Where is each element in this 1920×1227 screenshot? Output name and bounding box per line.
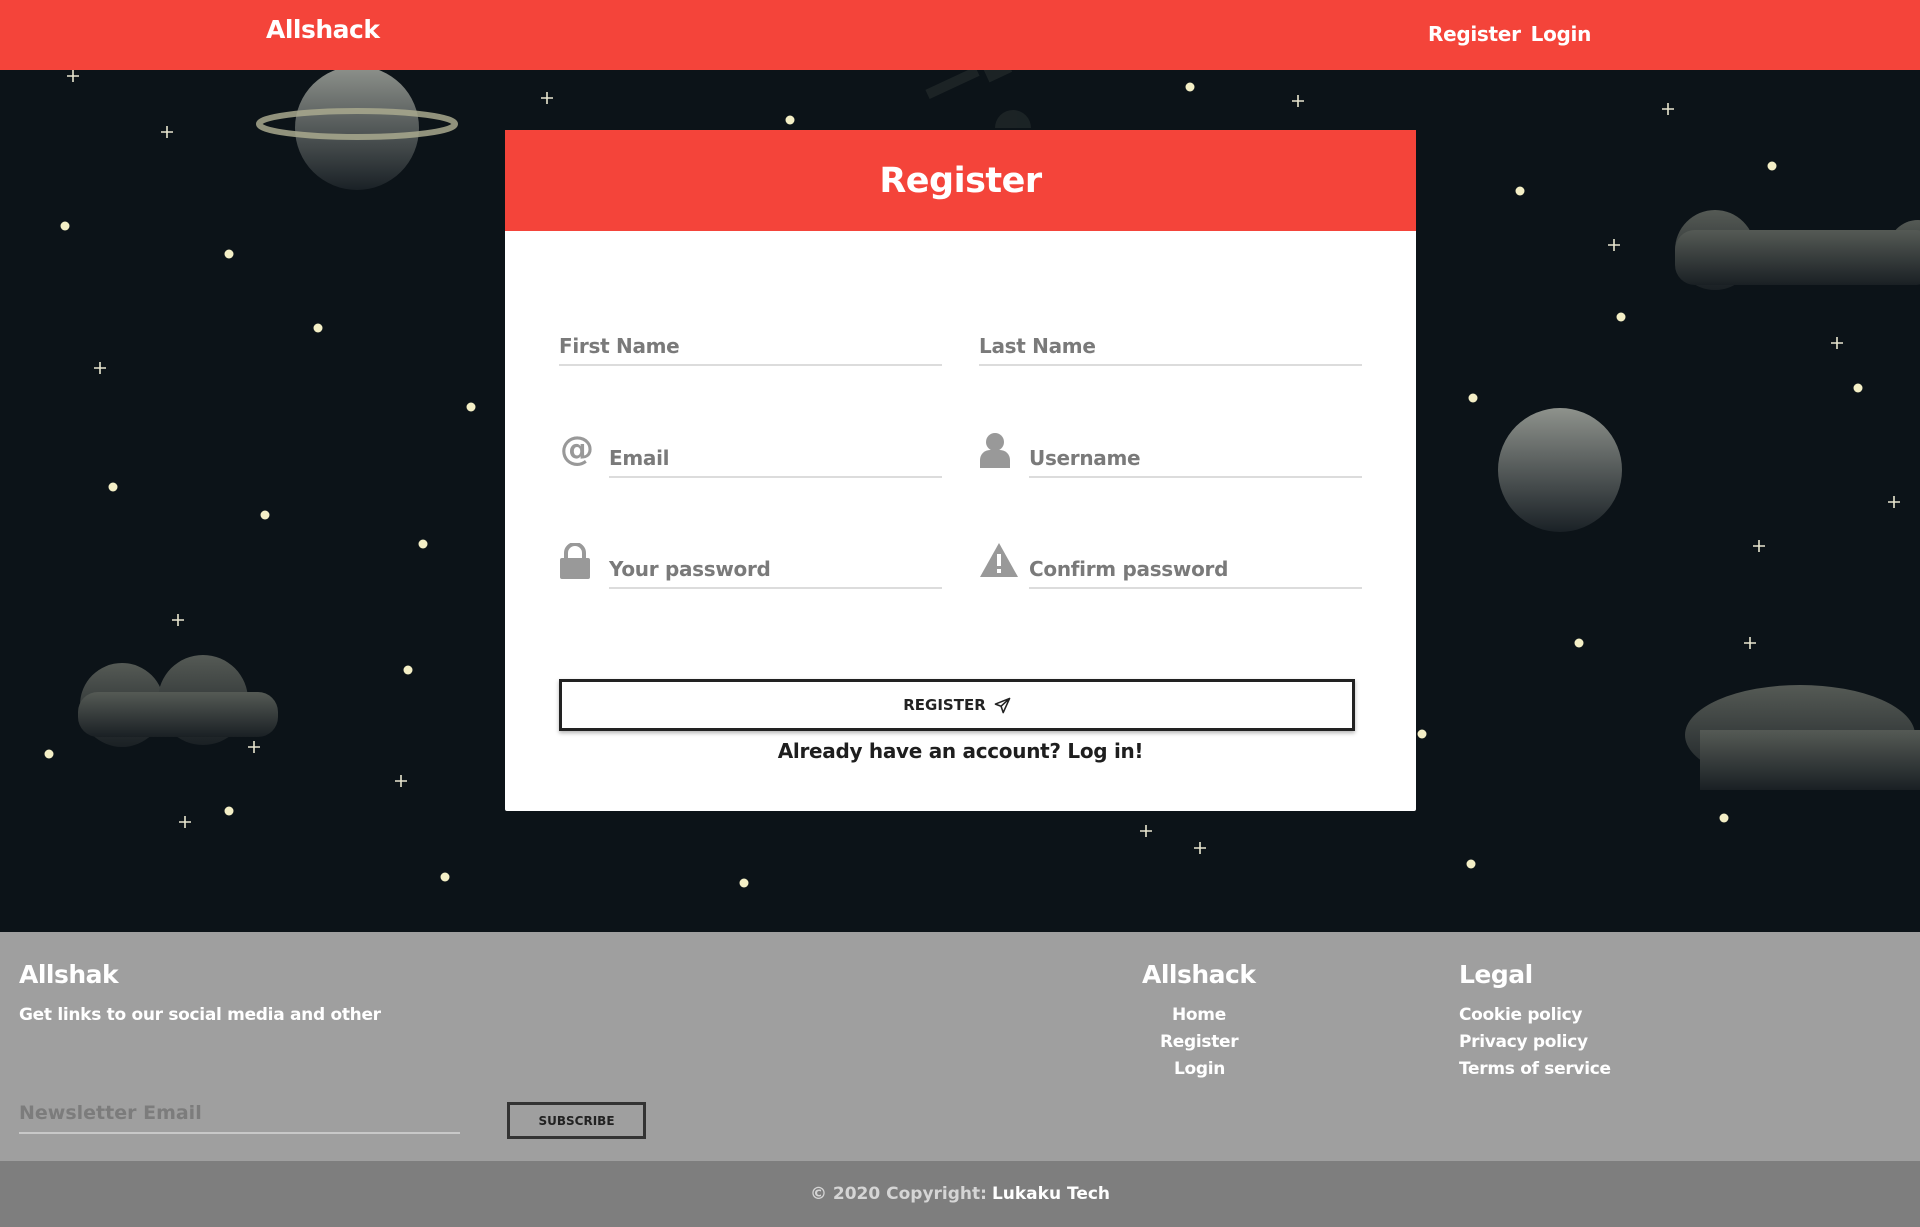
register-card: Register First Name Last Name @ Email Us… bbox=[505, 130, 1416, 811]
subscribe-button[interactable]: SUBSCRIBE bbox=[507, 1102, 646, 1139]
first-name-field[interactable]: First Name bbox=[559, 320, 942, 366]
last-name-field[interactable]: Last Name bbox=[979, 320, 1362, 366]
user-icon bbox=[980, 433, 1010, 468]
cloud-bottom-right bbox=[1685, 685, 1920, 790]
satellite bbox=[925, 70, 1031, 128]
username-placeholder: Username bbox=[1029, 446, 1141, 470]
footer-nav-title: Allshack bbox=[1142, 960, 1256, 989]
footer-link-privacy-policy[interactable]: Privacy policy bbox=[1459, 1032, 1588, 1052]
first-name-placeholder: First Name bbox=[559, 334, 680, 358]
cloud-top-right bbox=[1675, 210, 1920, 290]
email-field[interactable]: Email bbox=[609, 430, 942, 478]
lock-icon bbox=[560, 543, 590, 579]
newsletter-placeholder: Newsletter Email bbox=[19, 1102, 202, 1124]
footer-link-register[interactable]: Register bbox=[1160, 1032, 1239, 1052]
footer-link-login[interactable]: Login bbox=[1174, 1059, 1225, 1079]
newsletter-email-input[interactable]: Newsletter Email bbox=[19, 1092, 460, 1134]
register-button[interactable]: REGISTER bbox=[559, 679, 1355, 731]
register-button-label: REGISTER bbox=[903, 696, 986, 714]
email-placeholder: Email bbox=[609, 446, 670, 470]
nav-register-link[interactable]: Register bbox=[1428, 22, 1521, 46]
confirm-password-placeholder: Confirm password bbox=[1029, 557, 1229, 581]
copyright-bar: © 2020 Copyright: Lukaku Tech bbox=[0, 1161, 1920, 1227]
paper-plane-icon bbox=[994, 697, 1011, 713]
card-title: Register bbox=[879, 160, 1042, 201]
copyright-text: © 2020 Copyright: bbox=[809, 1184, 987, 1204]
warning-icon bbox=[980, 543, 1018, 577]
login-prompt-text: Already have an account? bbox=[777, 739, 1061, 763]
confirm-password-field[interactable]: Confirm password bbox=[1029, 541, 1362, 589]
footer-legal-title: Legal bbox=[1459, 960, 1533, 989]
footer: Allshak Get links to our social media an… bbox=[0, 932, 1920, 1161]
footer-link-cookie-policy[interactable]: Cookie policy bbox=[1459, 1005, 1582, 1025]
at-icon: @ bbox=[560, 431, 594, 467]
footer-brand-text: Get links to our social media and other bbox=[19, 1005, 381, 1025]
last-name-placeholder: Last Name bbox=[979, 334, 1096, 358]
ringed-planet bbox=[256, 70, 458, 190]
card-header: Register bbox=[505, 130, 1416, 231]
brand-logo[interactable]: Allshack bbox=[266, 15, 380, 44]
planet bbox=[1498, 408, 1622, 532]
copyright-owner-link[interactable]: Lukaku Tech bbox=[992, 1184, 1110, 1204]
login-prompt: Already have an account? Log in! bbox=[505, 739, 1416, 763]
password-placeholder: Your password bbox=[609, 557, 771, 581]
password-field[interactable]: Your password bbox=[609, 541, 942, 589]
svg-text:@: @ bbox=[560, 431, 594, 467]
navbar: Allshack Register Login bbox=[0, 0, 1920, 70]
username-field[interactable]: Username bbox=[1029, 430, 1362, 478]
footer-brand-title: Allshak bbox=[19, 960, 119, 989]
cloud-left bbox=[78, 655, 278, 747]
nav-login-link[interactable]: Login bbox=[1531, 22, 1592, 46]
nav-links: Register Login bbox=[1428, 22, 1591, 46]
footer-link-home[interactable]: Home bbox=[1172, 1005, 1226, 1025]
footer-link-terms-of-service[interactable]: Terms of service bbox=[1459, 1059, 1611, 1079]
login-link[interactable]: Log in! bbox=[1067, 739, 1143, 763]
